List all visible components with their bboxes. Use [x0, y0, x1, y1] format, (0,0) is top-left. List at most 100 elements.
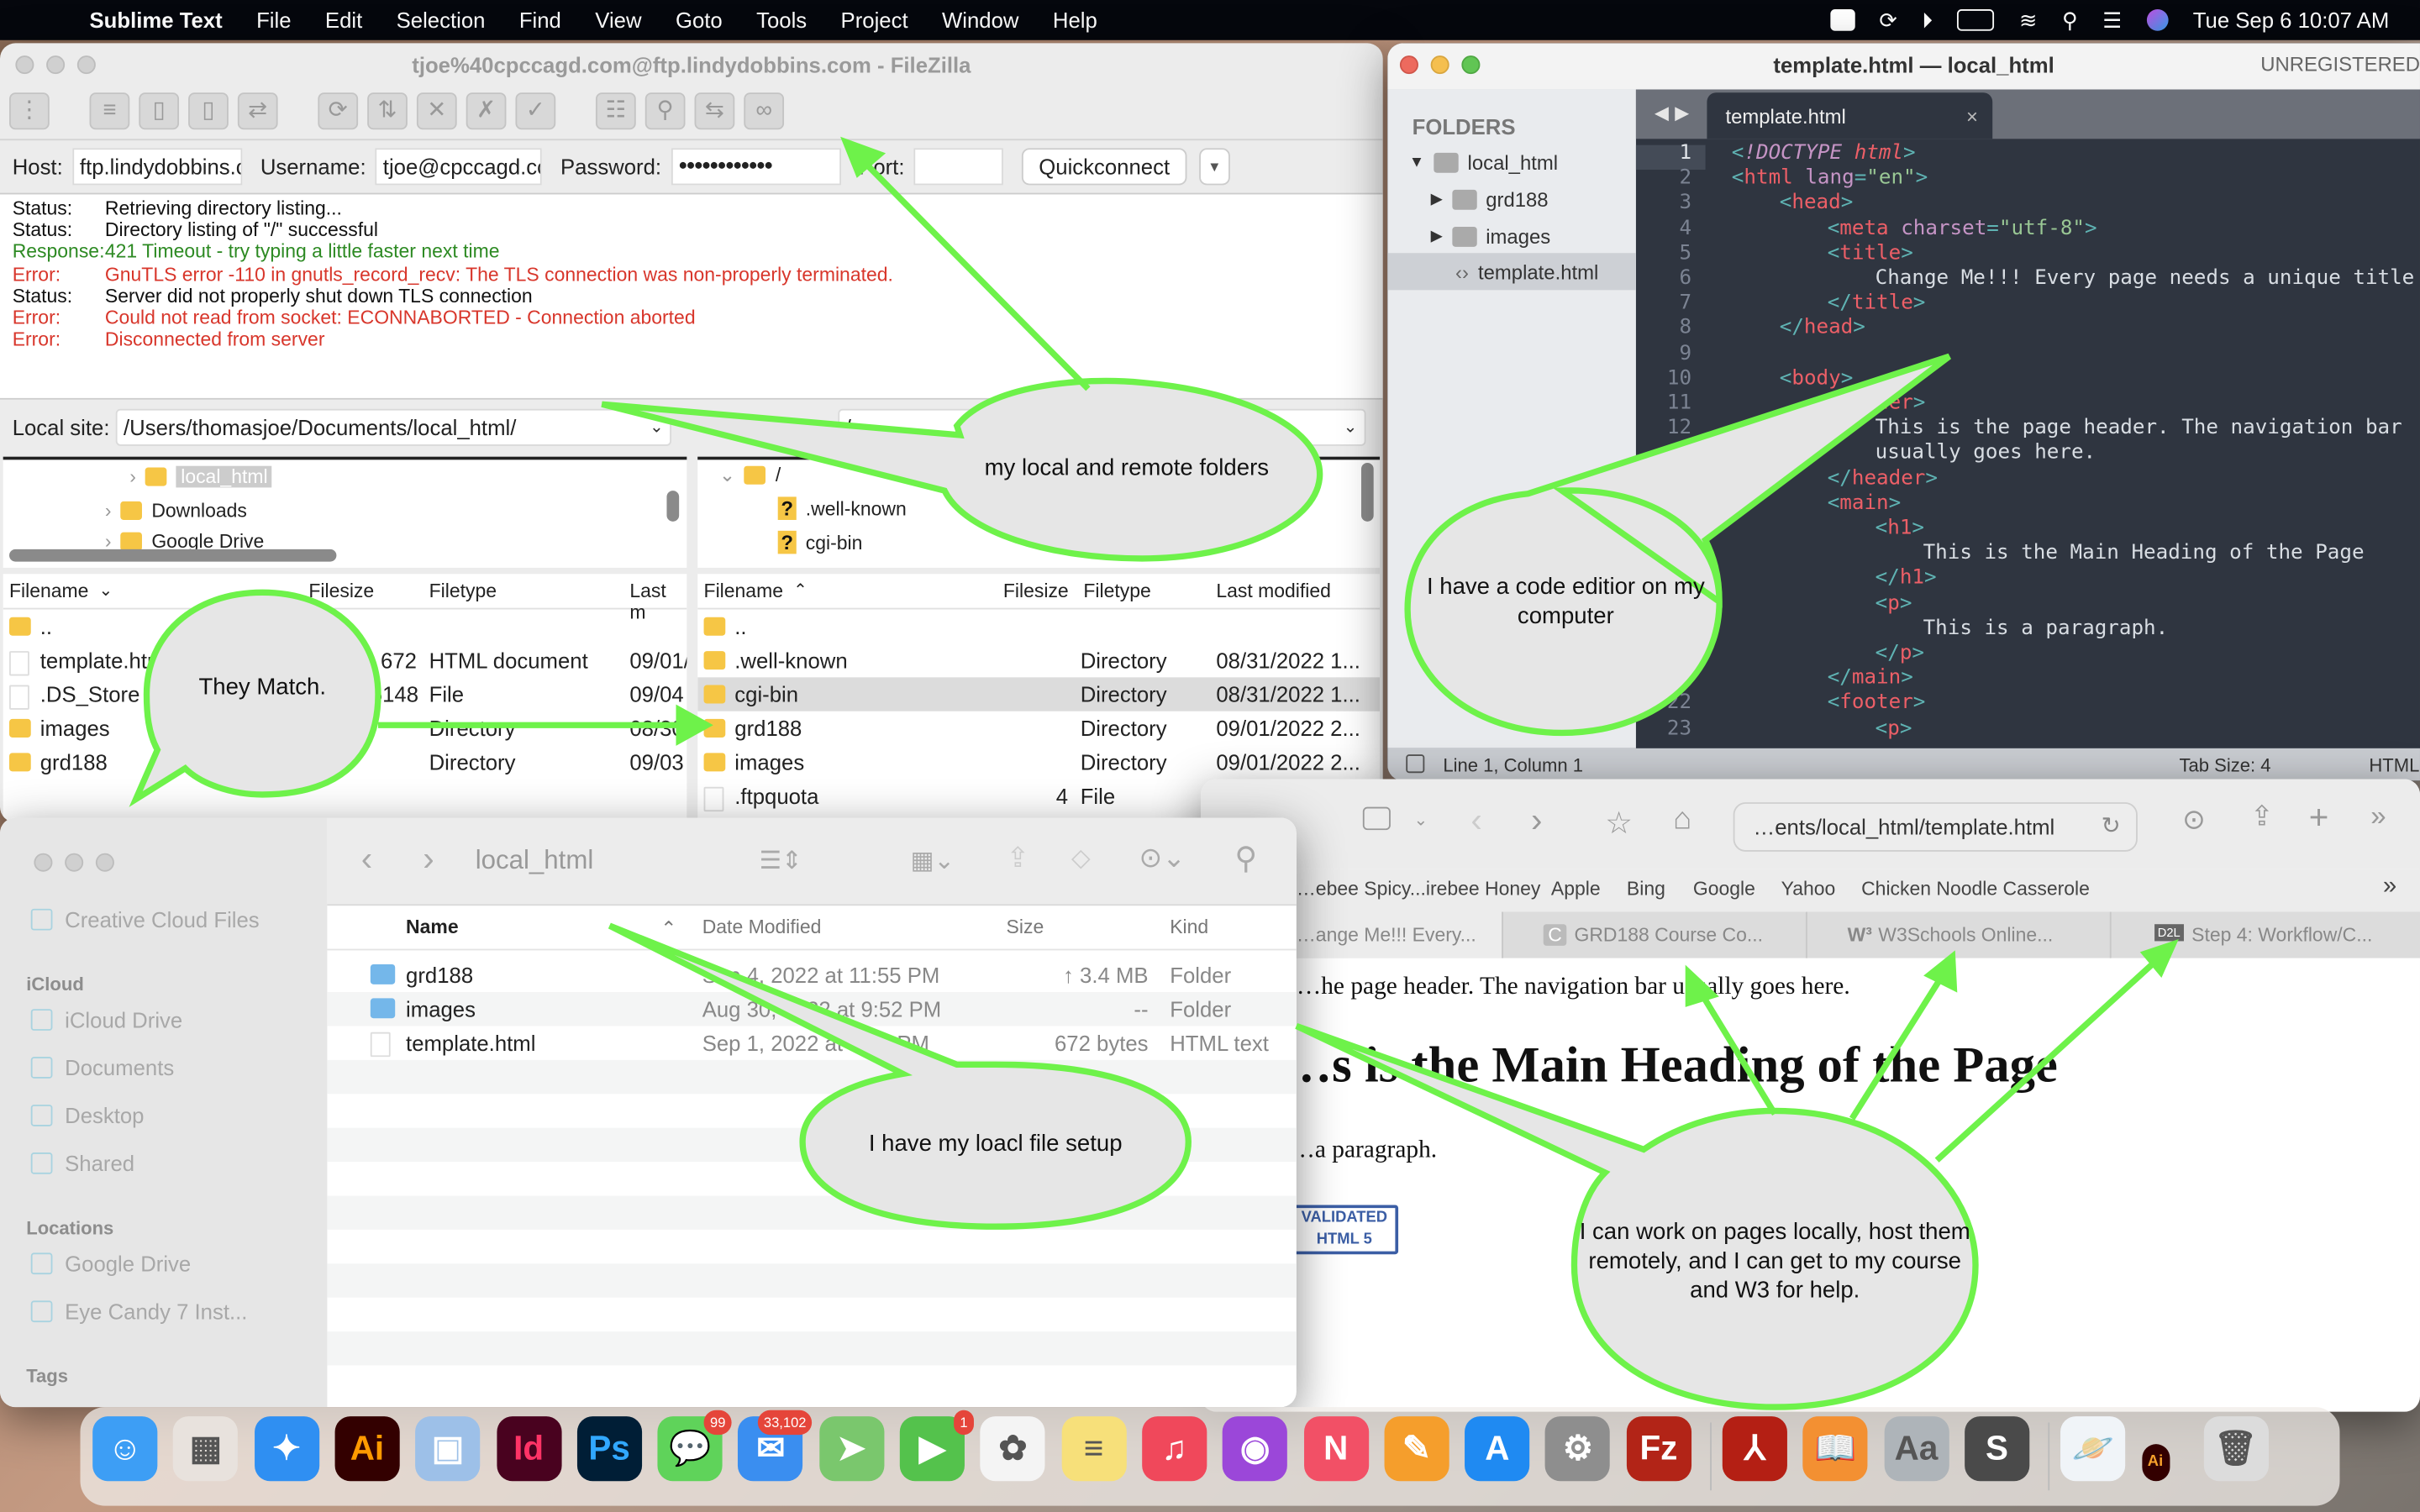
siri-icon[interactable]	[2146, 9, 2169, 31]
action-menu-icon[interactable]: ⊙⌄	[1139, 843, 1186, 875]
col-filetype[interactable]: Filetype	[1083, 580, 1150, 602]
dock-maps-icon[interactable]: ➤	[818, 1416, 884, 1482]
dock-books-icon[interactable]: 📖	[1802, 1416, 1868, 1482]
minimize-button[interactable]	[65, 853, 84, 872]
bookmark-star-icon[interactable]: ☆	[1605, 804, 1633, 843]
col-kind[interactable]: Kind	[1170, 916, 1208, 938]
control-center-icon[interactable]: ☰	[2102, 7, 2122, 33]
tab-nav-arrows-icon[interactable]: ◀▶	[1655, 102, 1696, 123]
dock-sublime-text-icon[interactable]: S	[1964, 1416, 2030, 1482]
col-filename[interactable]: Filename	[9, 580, 88, 602]
code-editor[interactable]: 1 <!DOCTYPE html> 2 <html lang="en"> 3 <head>…	[1635, 139, 2420, 748]
dock-illustrator-file-icon[interactable]: Ai	[2141, 1444, 2170, 1482]
spotlight-icon[interactable]: ⚲	[2062, 7, 2078, 33]
sidebar-item-template-html[interactable]: ‹› template.html	[1387, 253, 1636, 291]
safari-tab[interactable]: D2L Step 4: Workflow/C...	[2109, 911, 2420, 958]
tree-item[interactable]: › Downloads	[105, 500, 247, 522]
tree-item[interactable]: ? .well-known	[777, 496, 907, 520]
dock-finder-icon[interactable]: ☺	[92, 1416, 158, 1482]
file-row[interactable]: .well-known Directory 08/31/2022 1...	[697, 643, 1380, 677]
address-bar[interactable]: …ents/local_html/template.html ↻	[1733, 802, 2138, 852]
bookmark-item[interactable]: Yahoo	[1781, 878, 1836, 900]
tree-item[interactable]: › local_html	[129, 465, 273, 488]
sidebar-item[interactable]: Documents	[30, 1055, 174, 1080]
play-tray-icon[interactable]: ⏵	[1922, 7, 1933, 33]
bookmark-item[interactable]: Chicken Noodle Casserole	[1861, 878, 2090, 900]
menu-window[interactable]: Window	[942, 8, 1018, 32]
file-row[interactable]: grd188 Sep 4, 2022 at 11:55 PM ↑ 3.4 MB Fol…	[327, 958, 1296, 992]
zoom-button[interactable]	[95, 853, 114, 872]
quickconnect-dropdown-icon[interactable]: ▼	[1198, 148, 1230, 186]
dock-pages-icon[interactable]: ✎	[1384, 1416, 1449, 1482]
menu-view[interactable]: View	[595, 8, 641, 32]
sidebar-item-local-html[interactable]: ▼ local_html	[1409, 151, 1558, 175]
menu-goto[interactable]: Goto	[676, 8, 723, 32]
back-icon[interactable]: ‹	[1470, 801, 1481, 841]
remote-path-input[interactable]: / ⌄	[837, 408, 1365, 446]
minimize-button[interactable]	[1430, 55, 1449, 75]
menu-project[interactable]: Project	[841, 8, 908, 32]
dock-facetime-icon[interactable]: ▶ 1	[899, 1410, 974, 1482]
directory-filter-icon[interactable]: ☷	[595, 92, 636, 130]
search-icon[interactable]: ∞	[744, 92, 785, 130]
sidebar-item[interactable]: Creative Cloud Files	[30, 907, 260, 932]
sync-browse-icon[interactable]: ⇆	[694, 92, 735, 130]
close-button[interactable]	[34, 853, 53, 872]
compare-icon[interactable]: ⚲	[644, 92, 686, 130]
refresh-icon[interactable]: ⟳	[318, 92, 359, 130]
sidebar-item[interactable]: Google Drive	[30, 1252, 191, 1276]
bookmark-item[interactable]: Bing	[1627, 878, 1665, 900]
tree-item[interactable]: ? cgi-bin	[777, 530, 862, 554]
share-icon[interactable]: ⇪	[2250, 801, 2274, 833]
file-row[interactable]: template.html Sep 1, 2022 at 1:45 PM 672 b…	[327, 1026, 1296, 1059]
menu-edit[interactable]: Edit	[325, 8, 362, 32]
bookmark-item[interactable]: …ebee Spicy...irebee Honey	[1297, 878, 1541, 900]
dock-safari-icon[interactable]: ✦	[254, 1416, 319, 1482]
dock-photos-icon[interactable]: ✿	[980, 1416, 1046, 1482]
dock-acrobat-icon[interactable]: ⅄	[1722, 1416, 1787, 1482]
downloads-icon[interactable]: ⊙	[2182, 804, 2206, 837]
more-icon[interactable]: »	[2370, 801, 2386, 833]
search-icon[interactable]: ⚲	[1234, 839, 1257, 878]
dock-podcasts-icon[interactable]: ◉	[1223, 1416, 1288, 1482]
tag-icon[interactable]: ⬦	[1071, 843, 1091, 875]
menu-app-name[interactable]: Sublime Text	[90, 8, 223, 32]
col-filesize[interactable]: Filesize	[308, 580, 374, 602]
close-button[interactable]	[1399, 55, 1418, 75]
close-tab-icon[interactable]: ×	[1966, 105, 1978, 129]
remote-tree-icon[interactable]: ▯	[188, 92, 229, 130]
host-input[interactable]: ftp.lindydobbins.com	[71, 148, 242, 186]
creative-cloud-tray-icon[interactable]	[1829, 9, 1854, 31]
battery-icon[interactable]	[1957, 9, 1995, 31]
port-input[interactable]	[913, 148, 1004, 186]
reconnect-icon[interactable]: ✓	[515, 92, 556, 130]
safari-tab[interactable]: C GRD188 Course Co...	[1502, 911, 1807, 958]
disconnect-icon[interactable]: ✗	[466, 92, 507, 130]
file-row[interactable]: images Directory 08/30	[3, 711, 687, 745]
dock-music-icon[interactable]: ♫	[1141, 1416, 1207, 1482]
file-row[interactable]: ..	[3, 610, 687, 643]
process-queue-icon[interactable]: ⇅	[367, 92, 408, 130]
file-row[interactable]: images Aug 30, 2022 at 9:52 PM -- Folder	[327, 992, 1297, 1026]
file-row[interactable]: ..	[697, 610, 1380, 643]
tree-item[interactable]: ⌄ /	[719, 463, 781, 486]
site-manager-icon[interactable]: ⋮	[9, 92, 50, 130]
sidebar-item[interactable]: Eye Candy 7 Inst...	[30, 1299, 248, 1324]
vertical-scrollbar[interactable]	[666, 491, 680, 522]
sidebar-icon[interactable]	[1362, 806, 1391, 831]
dock-indesign-icon[interactable]: Id	[496, 1416, 561, 1482]
dock-photoshop-icon[interactable]: Ps	[576, 1416, 642, 1482]
file-row[interactable]: images Directory 09/01/2022 2...	[697, 745, 1380, 779]
message-log[interactable]: Status: Retrieving directory listing... St…	[0, 192, 1383, 400]
horizontal-scrollbar[interactable]	[9, 549, 337, 562]
dock-news-icon[interactable]: N	[1303, 1416, 1369, 1482]
file-row[interactable]: cgi-bin Directory 08/31/2022 1...	[697, 677, 1381, 711]
sidebar-item-images[interactable]: ▶ images	[1431, 225, 1551, 249]
dock-app-store-icon[interactable]: A	[1465, 1416, 1530, 1482]
sidebar-toggle-icon[interactable]	[1406, 754, 1425, 774]
forward-icon[interactable]: ›	[1531, 801, 1542, 841]
bookmarks-overflow-icon[interactable]: »	[2383, 874, 2396, 901]
transfer-queue-icon[interactable]: ⇄	[237, 92, 278, 130]
bookmark-item[interactable]: Apple	[1551, 878, 1601, 900]
col-name[interactable]: Name	[406, 916, 459, 938]
